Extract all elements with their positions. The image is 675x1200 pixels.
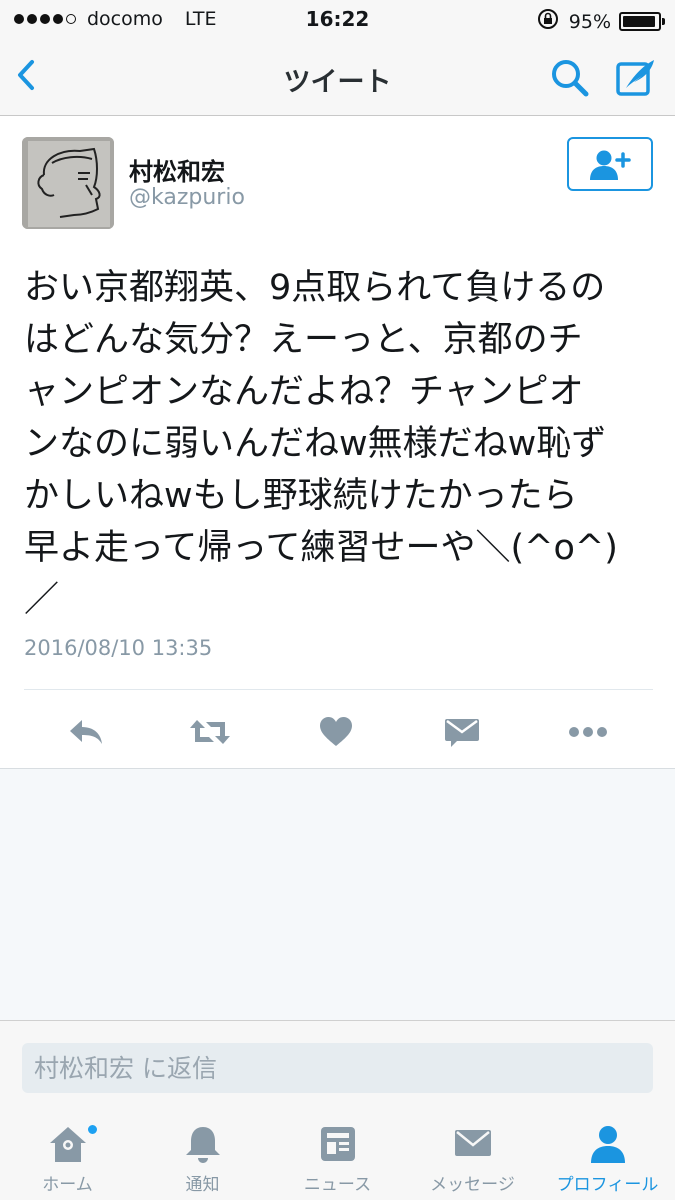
rotation-lock-icon bbox=[537, 8, 559, 35]
battery-icon bbox=[619, 12, 665, 31]
tweet-timestamp: 2016/08/10 13:35 bbox=[24, 636, 213, 660]
tweet-actions bbox=[0, 700, 675, 764]
battery-fill bbox=[623, 16, 656, 27]
tab-label: メッセージ bbox=[430, 1175, 515, 1195]
reply-bar bbox=[0, 1020, 675, 1108]
news-icon bbox=[320, 1127, 355, 1161]
tab-notifications[interactable]: 通知 bbox=[135, 1108, 270, 1200]
direct-message-button[interactable] bbox=[440, 710, 484, 754]
tab-label: ホーム bbox=[42, 1175, 93, 1195]
add-user-icon bbox=[590, 150, 631, 180]
tab-bar: ホーム 通知 ニュース メッセージ プロフィール bbox=[0, 1108, 675, 1200]
retweet-button[interactable] bbox=[188, 710, 232, 754]
home-icon bbox=[49, 1127, 86, 1162]
chevron-left-icon bbox=[18, 60, 34, 90]
back-button[interactable] bbox=[10, 54, 44, 98]
reply-icon bbox=[70, 720, 102, 744]
empty-replies-area bbox=[0, 768, 675, 1020]
compose-button[interactable] bbox=[612, 54, 660, 102]
tab-label: 通知 bbox=[185, 1175, 220, 1195]
battery-percent: 95% bbox=[568, 10, 611, 33]
avatar[interactable] bbox=[22, 137, 114, 229]
reply-button[interactable] bbox=[64, 710, 108, 754]
nav-bar: ツイート bbox=[0, 40, 675, 116]
like-button[interactable] bbox=[314, 710, 358, 754]
more-icon bbox=[569, 727, 607, 737]
tweet-text: おい京都翔英、9点取られて負けるの はどんな気分？えーっと、京都のチ ャンピオン… bbox=[24, 268, 618, 620]
compose-icon bbox=[616, 60, 654, 96]
search-icon bbox=[552, 60, 589, 97]
like-icon bbox=[320, 717, 352, 746]
user-name[interactable]: 村松和宏 bbox=[129, 152, 225, 187]
envelope-icon bbox=[454, 1130, 491, 1156]
tab-home[interactable]: ホーム bbox=[0, 1108, 135, 1200]
notification-dot bbox=[87, 1124, 98, 1135]
status-right: 95% bbox=[537, 8, 665, 35]
search-button[interactable] bbox=[548, 56, 592, 100]
tab-label: プロフィール bbox=[556, 1175, 659, 1195]
user-handle[interactable]: @kazpurio bbox=[129, 185, 245, 210]
divider bbox=[24, 689, 653, 690]
reply-input[interactable] bbox=[22, 1043, 653, 1093]
person-icon bbox=[590, 1126, 625, 1163]
tab-messages[interactable]: メッセージ bbox=[405, 1108, 540, 1200]
status-bar: docomo LTE 16:22 95% bbox=[0, 0, 675, 40]
tab-news[interactable]: ニュース bbox=[270, 1108, 405, 1200]
more-button[interactable] bbox=[566, 710, 610, 754]
direct-message-icon bbox=[445, 719, 479, 747]
bell-icon bbox=[185, 1127, 220, 1163]
tab-profile[interactable]: プロフィール bbox=[540, 1108, 675, 1200]
tab-label: ニュース bbox=[303, 1175, 372, 1195]
follow-button[interactable] bbox=[567, 137, 653, 191]
retweet-icon bbox=[190, 720, 230, 744]
